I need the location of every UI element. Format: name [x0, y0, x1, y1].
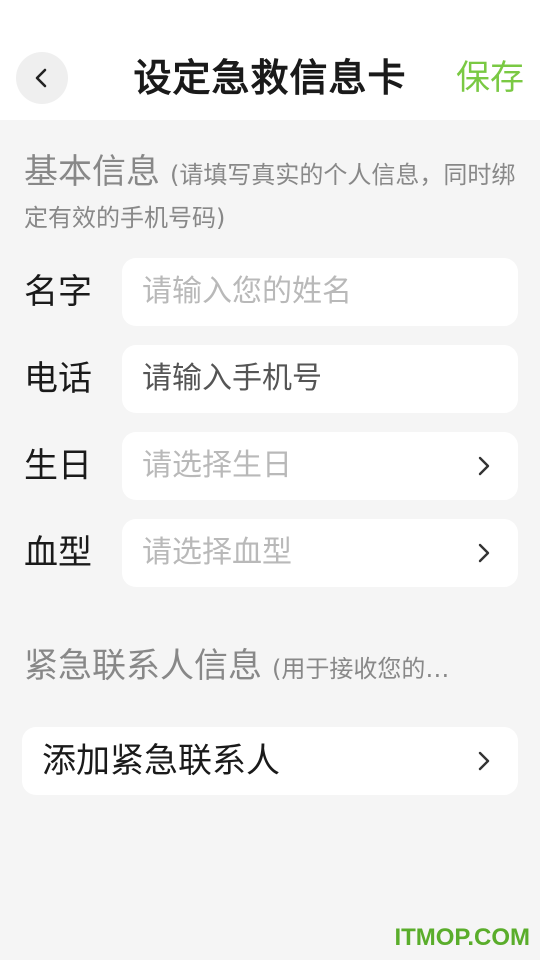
emergency-note: (用于接收您的… [272, 655, 450, 683]
name-label: 名字 [24, 272, 92, 312]
emergency-section-title: 紧急联系人信息 (用于接收您的… [24, 646, 520, 692]
birthday-row: 生日 请选择生日 [0, 432, 540, 500]
birthday-placeholder: 请选择生日 [142, 448, 292, 483]
chevron-right-icon [478, 751, 490, 771]
header-bar: 设定急救信息卡 保存 [0, 0, 540, 120]
add-emergency-contact-button[interactable]: 添加紧急联系人 [22, 727, 518, 795]
birthday-select[interactable]: 请选择生日 [122, 432, 518, 500]
blood-type-label: 血型 [24, 533, 92, 573]
basic-info-section-title: 基本信息 (请填写真实的个人信息，同时绑定有效的手机号码) [24, 152, 520, 241]
name-row: 名字 [0, 258, 540, 326]
save-button[interactable]: 保存 [456, 52, 524, 104]
emergency-title: 紧急联系人信息 [24, 646, 262, 686]
name-input[interactable] [122, 258, 518, 326]
phone-input[interactable] [122, 345, 518, 413]
birthday-label: 生日 [24, 446, 92, 486]
basic-info-title: 基本信息 [24, 152, 160, 192]
phone-row: 电话 [0, 345, 540, 413]
blood-type-select[interactable]: 请选择血型 [122, 519, 518, 587]
blood-type-placeholder: 请选择血型 [142, 535, 292, 570]
chevron-right-icon [478, 456, 490, 476]
blood-type-row: 血型 请选择血型 [0, 519, 540, 587]
phone-label: 电话 [24, 359, 92, 399]
add-emergency-contact-label: 添加紧急联系人 [42, 741, 280, 781]
chevron-right-icon [478, 543, 490, 563]
watermark-text: ITMOP.COM [394, 924, 530, 951]
